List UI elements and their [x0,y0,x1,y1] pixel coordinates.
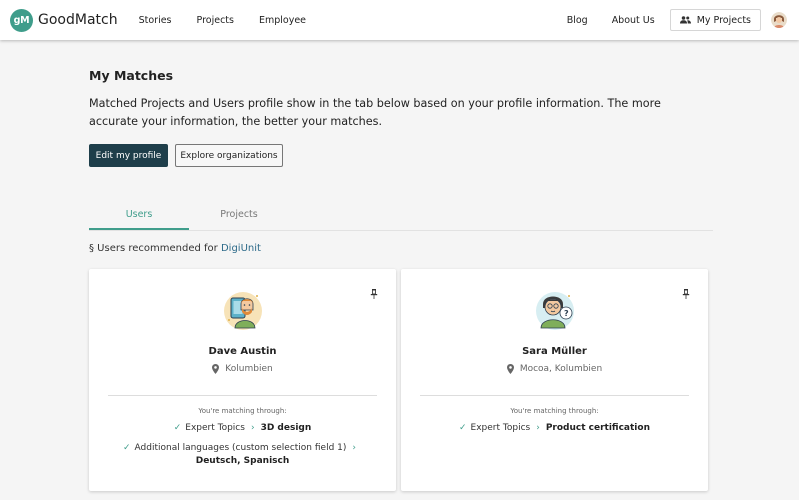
user-avatar-illustration [221,288,265,332]
user-location-text: Kolumbien [225,364,273,374]
nav-stories[interactable]: Stories [139,15,172,26]
user-location: Mocoa, Kolumbien [401,364,708,374]
pin-icon[interactable] [370,284,378,303]
page-title: My Matches [89,68,174,83]
match-row: ✓ Additional languages (custom selection… [89,443,396,453]
logo-text: GoodMatch [38,12,118,28]
edit-profile-button[interactable]: Edit my profile [89,144,168,167]
location-pin-icon [212,364,220,374]
nav-right: Blog About Us My Projects [567,0,799,40]
match-row: ✓ Expert Topics › 3D design [89,423,396,433]
user-avatar[interactable] [771,12,787,28]
explore-organizations-button[interactable]: Explore organizations [175,144,283,167]
divider [108,395,377,396]
user-location: Kolumbien [89,364,396,374]
match-value: Product certification [545,423,650,433]
divider [420,395,689,396]
matching-label: You're matching through: [198,407,287,415]
my-projects-label: My Projects [696,14,751,26]
user-card[interactable]: Dave Austin Kolumbien You're matching th… [89,269,396,491]
user-name: Dave Austin [208,346,277,357]
recommended-prefix: § Users recommended for [89,243,218,254]
check-icon: ✓ [173,423,182,433]
recommended-heading: § Users recommended for DigiUnit [89,243,261,254]
nav-employee[interactable]: Employee [259,15,306,26]
my-projects-button[interactable]: My Projects [669,9,761,31]
nav-about-us[interactable]: About Us [612,15,655,26]
logo[interactable]: gM GoodMatch [10,8,118,32]
user-location-text: Mocoa, Kolumbien [519,364,603,374]
match-label: Expert Topics [470,423,531,433]
chevron-right-icon: › [352,443,356,453]
match-value: 3D design [260,423,312,433]
chevron-right-icon: › [250,423,255,433]
nav-projects[interactable]: Projects [197,15,234,26]
check-icon: ✓ [123,443,131,453]
tab-projects[interactable]: Projects [189,202,289,230]
chevron-right-icon: › [536,423,540,433]
page-description: Matched Projects and Users profile show … [89,97,661,128]
match-row: ✓ Expert Topics › Product certification [401,423,708,433]
nav-blog[interactable]: Blog [567,15,588,26]
location-pin-icon [506,364,514,374]
match-value: Deutsch, Spanisch [195,456,290,466]
recommended-org-link[interactable]: DigiUnit [221,243,261,254]
tabs: Users Projects [89,202,713,231]
matching-label: You're matching through: [510,407,599,415]
tab-users[interactable]: Users [89,202,189,230]
match-label: Additional languages (custom selection f… [134,443,347,453]
user-card[interactable]: ? Sara Müller Mocoa, Kolumbien You're ma… [401,269,708,491]
logo-mark: gM [10,8,33,32]
user-name: Sara Müller [522,346,587,357]
main-nav: Stories Projects Employee [139,15,331,26]
match-label: Expert Topics [185,423,245,433]
top-navbar: gM GoodMatch Stories Projects Employee B… [0,0,799,40]
svg-text:?: ? [564,309,569,318]
check-icon: ✓ [458,423,467,433]
user-avatar-illustration: ? [533,288,577,332]
pin-icon[interactable] [682,284,690,303]
match-value-row: Deutsch, Spanisch [89,456,396,466]
people-icon [679,16,691,24]
